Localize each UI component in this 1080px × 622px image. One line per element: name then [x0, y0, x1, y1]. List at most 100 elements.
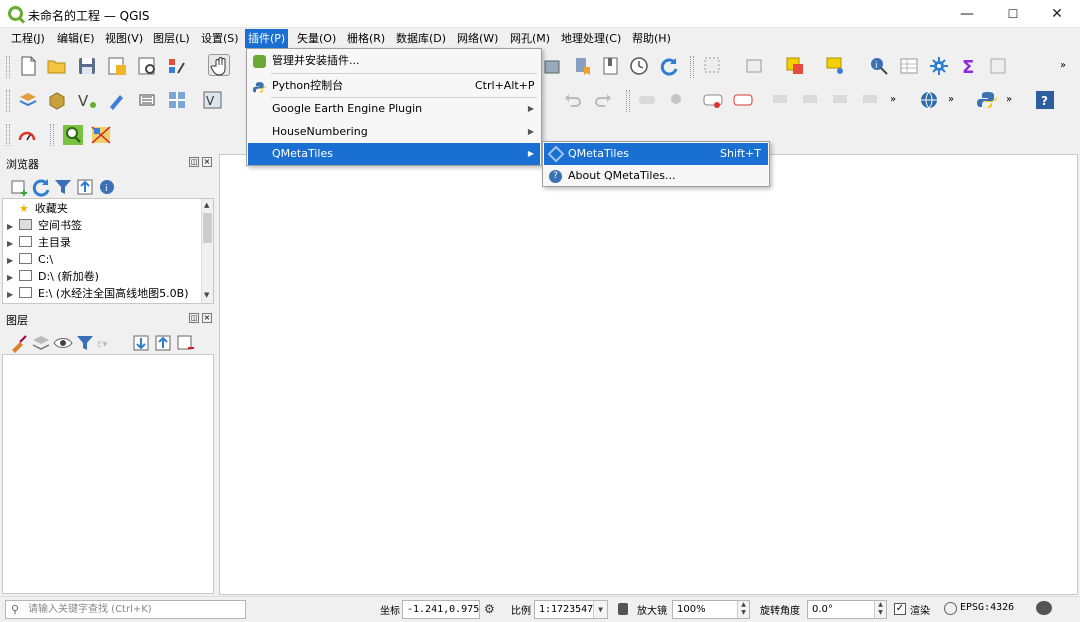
- toolbar-grip[interactable]: [50, 124, 54, 146]
- coordinate-field[interactable]: -1.241,0.975: [402, 600, 480, 619]
- print-layout-icon[interactable]: [136, 55, 158, 77]
- menu-settings[interactable]: 设置(S): [198, 29, 242, 48]
- add-group-icon[interactable]: [30, 332, 50, 350]
- style-manager-icon[interactable]: [166, 55, 188, 77]
- filter-icon[interactable]: [52, 176, 71, 194]
- locator-search-input[interactable]: ⚲ 请输入关键字查找 (Ctrl+K): [5, 600, 246, 619]
- show-hide-label-icon[interactable]: [800, 89, 822, 111]
- map-canvas[interactable]: [219, 154, 1078, 595]
- collapse-all-icon[interactable]: [152, 332, 171, 351]
- tree-item-drive-e[interactable]: ▶ E:\ (水经注全国高线地图5.0B): [7, 285, 188, 302]
- minimize-button[interactable]: —: [944, 0, 990, 28]
- toolbar-grip[interactable]: [6, 90, 10, 112]
- new-geopackage-icon[interactable]: [46, 89, 68, 111]
- search-plugin-icon[interactable]: [62, 124, 84, 146]
- vertex-tool-icon[interactable]: V: [202, 89, 224, 111]
- maximize-button[interactable]: ☐: [990, 0, 1036, 28]
- refresh-icon[interactable]: [658, 55, 680, 77]
- close-button[interactable]: ✕: [1034, 0, 1080, 28]
- housenumbering-plugin-icon[interactable]: [90, 124, 112, 146]
- close-panel-icon[interactable]: ×: [202, 157, 212, 167]
- toolbar-overflow-icon[interactable]: »: [948, 89, 960, 111]
- menu-plugins[interactable]: 插件(P): [245, 29, 289, 48]
- select-features-icon[interactable]: [702, 55, 724, 77]
- pan-map-icon[interactable]: [208, 54, 230, 76]
- menu-database[interactable]: 数据库(D): [393, 29, 449, 48]
- add-raster-icon[interactable]: [166, 89, 188, 111]
- show-bookmarks-icon[interactable]: [600, 55, 622, 77]
- scale-combobox[interactable]: 1:1723547 ▼: [534, 600, 608, 619]
- float-panel-icon[interactable]: ◫: [189, 313, 199, 323]
- toolbar-grip[interactable]: [6, 56, 10, 78]
- toolbar-grip[interactable]: [6, 124, 10, 146]
- tree-item-home[interactable]: ▶ 主目录: [7, 234, 71, 251]
- menu-item-google-earth-engine[interactable]: Google Earth Engine Plugin ▶: [248, 98, 540, 120]
- move-label-icon[interactable]: [770, 89, 792, 111]
- pin-labels-icon[interactable]: [666, 89, 688, 111]
- menu-processing[interactable]: 地理处理(C): [558, 29, 624, 48]
- add-layer-icon[interactable]: [542, 55, 564, 77]
- style-brush-icon[interactable]: [8, 332, 27, 353]
- expand-all-icon[interactable]: [130, 332, 149, 351]
- deselect-icon[interactable]: [784, 55, 806, 77]
- python-console-icon[interactable]: [976, 89, 998, 111]
- tree-item-drive-c[interactable]: ▶ C:\: [7, 251, 53, 268]
- toolbar-overflow-icon[interactable]: »: [1060, 55, 1074, 77]
- label-tool-icon[interactable]: [636, 89, 658, 111]
- refresh-icon[interactable]: [30, 176, 50, 197]
- menu-web[interactable]: 网络(W): [454, 29, 501, 48]
- properties-info-icon[interactable]: i: [96, 176, 114, 194]
- open-project-icon[interactable]: [46, 55, 68, 77]
- visibility-eye-icon[interactable]: [52, 332, 73, 350]
- gauge-icon[interactable]: [16, 124, 38, 146]
- browser-scrollbar[interactable]: ▲ ▼: [201, 199, 213, 303]
- menu-mesh[interactable]: 网孔(M): [507, 29, 553, 48]
- menu-project[interactable]: 工程(J): [8, 29, 48, 48]
- save-as-icon[interactable]: [106, 55, 128, 77]
- select-by-value-icon[interactable]: [744, 55, 766, 77]
- menu-help[interactable]: 帮助(H): [629, 29, 674, 48]
- layers-tree[interactable]: [2, 354, 214, 594]
- digitize-pen-icon[interactable]: [106, 89, 128, 111]
- toolbar-overflow-icon[interactable]: »: [890, 89, 902, 111]
- new-project-icon[interactable]: [17, 55, 39, 77]
- select-location-icon[interactable]: [824, 55, 846, 77]
- float-panel-icon[interactable]: ◫: [189, 157, 199, 167]
- add-selected-layers-icon[interactable]: [8, 176, 27, 196]
- tree-item-favorites[interactable]: ★ 收藏夹: [7, 200, 68, 217]
- label-abc-icon[interactable]: [702, 89, 724, 111]
- render-checkbox[interactable]: ✓: [894, 603, 906, 615]
- filter-legend-icon[interactable]: [74, 332, 93, 350]
- statistics-sigma-icon[interactable]: Σ: [958, 55, 980, 78]
- crs-globe-icon[interactable]: [944, 602, 957, 615]
- georeferencer-globe-icon[interactable]: [918, 89, 940, 111]
- help-icon[interactable]: ?: [1034, 89, 1056, 111]
- digitize-vertex-icon[interactable]: V: [76, 89, 98, 111]
- tree-item-drive-d[interactable]: ▶ D:\ (新加卷): [7, 268, 99, 285]
- menu-layer[interactable]: 图层(L): [150, 29, 193, 48]
- add-wms-icon[interactable]: [136, 89, 158, 111]
- menu-item-qmetatiles-run[interactable]: QMetaTiles Shift+T: [544, 143, 768, 165]
- undo-icon[interactable]: [562, 89, 584, 111]
- menu-raster[interactable]: 栅格(R): [344, 29, 388, 48]
- lock-scale-icon[interactable]: [618, 603, 628, 615]
- close-panel-icon[interactable]: ×: [202, 313, 212, 323]
- toolbar-grip[interactable]: [626, 90, 630, 112]
- rotate-label-icon[interactable]: [830, 89, 852, 111]
- menu-edit[interactable]: 编辑(E): [54, 29, 98, 48]
- processing-gear-icon[interactable]: [928, 55, 950, 77]
- crs-status[interactable]: EPSG:4326: [960, 602, 1014, 613]
- toggle-extents-icon[interactable]: ⚙: [484, 602, 498, 616]
- save-project-icon[interactable]: [76, 55, 98, 77]
- rotation-spinbox[interactable]: 0.0° ▲ ▼: [807, 600, 887, 619]
- menu-view[interactable]: 视图(V): [102, 29, 146, 48]
- menu-item-qmetatiles[interactable]: QMetaTiles ▶: [248, 143, 540, 165]
- redo-icon[interactable]: [592, 89, 614, 111]
- menu-item-manage-plugins[interactable]: 管理并安装插件...: [248, 50, 540, 72]
- open-field-calculator-icon[interactable]: [988, 55, 1010, 77]
- temporal-clock-icon[interactable]: [628, 55, 650, 77]
- filter-expression-icon[interactable]: ε▾: [96, 332, 122, 350]
- change-label-icon[interactable]: [860, 89, 882, 111]
- menu-vector[interactable]: 矢量(O): [294, 29, 339, 48]
- bookmark-icon[interactable]: [572, 55, 594, 77]
